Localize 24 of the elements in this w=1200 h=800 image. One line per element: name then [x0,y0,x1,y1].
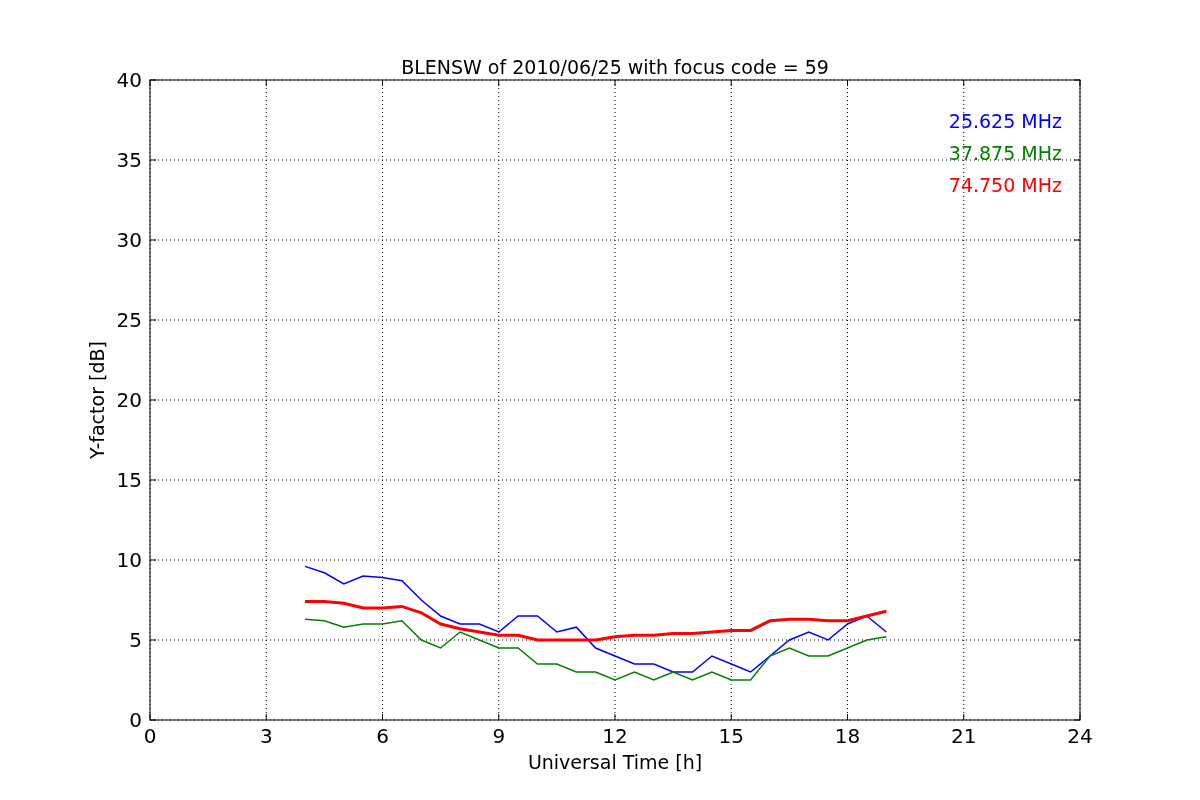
x-tick-label: 15 [718,724,744,748]
y-tick-label: 30 [116,228,142,252]
legend-label: 25.625 MHz [948,110,1062,132]
chart-title: BLENSW of 2010/06/25 with focus code = 59 [401,56,829,78]
x-tick-label: 0 [143,724,157,748]
y-tick-label: 20 [116,388,142,412]
legend-label: 37.875 MHz [948,142,1062,164]
y-tick-label: 25 [116,308,142,332]
x-tick-label: 18 [834,724,861,748]
y-tick-label: 10 [116,548,142,572]
x-tick-label: 12 [602,724,628,748]
y-axis-label: Y-factor [dB] [86,341,108,459]
x-axis-label: Universal Time [h] [527,751,703,773]
y-tick-label: 5 [129,628,142,652]
y-tick-label: 35 [116,148,142,172]
x-tick-label: 21 [951,724,977,748]
x-tick-label: 9 [492,724,506,748]
x-tick-label: 24 [1067,724,1093,748]
x-tick-label: 3 [259,724,273,748]
y-tick-label: 0 [129,708,142,732]
y-tick-label: 15 [116,468,142,492]
legend-label: 74.750 MHz [948,174,1062,196]
x-tick-label: 6 [376,724,389,748]
y-tick-label: 40 [116,68,142,92]
